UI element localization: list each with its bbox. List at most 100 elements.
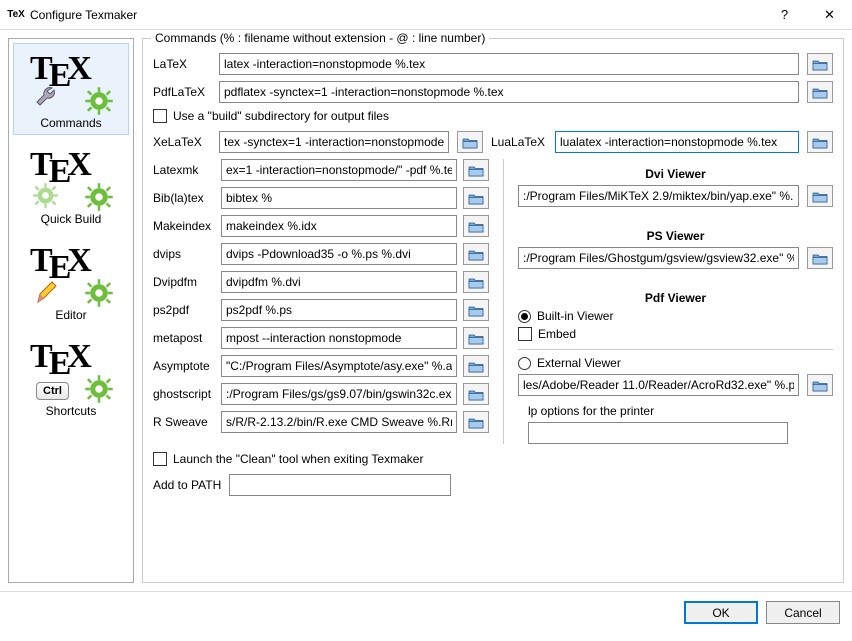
- folder-icon: [468, 164, 484, 177]
- browse-button[interactable]: [463, 411, 489, 433]
- sidebar-label: Quick Build: [41, 212, 102, 226]
- lp-options-input[interactable]: [528, 422, 788, 444]
- launch-clean-checkbox[interactable]: [153, 452, 167, 466]
- commands-group: Commands (% : filename without extension…: [142, 38, 844, 583]
- cmd-input-5[interactable]: [221, 299, 457, 321]
- cmd-label: Makeindex: [153, 219, 215, 233]
- folder-icon: [812, 190, 828, 203]
- external-viewer-label: External Viewer: [537, 356, 621, 370]
- folder-icon: [468, 388, 484, 401]
- separator: [518, 349, 833, 350]
- use-build-checkbox[interactable]: [153, 109, 167, 123]
- sidebar-label: Shortcuts: [46, 404, 97, 418]
- folder-icon: [468, 192, 484, 205]
- pencil-icon: [34, 278, 60, 308]
- cmd-label: Asymptote: [153, 359, 215, 373]
- ctrl-key-icon: Ctrl: [36, 382, 69, 400]
- sidebar: TEX Commands TEX Quick Build TEX Editor: [8, 38, 134, 583]
- folder-icon: [812, 252, 828, 265]
- folder-icon: [812, 379, 828, 392]
- browse-button[interactable]: [463, 187, 489, 209]
- browse-button[interactable]: [463, 327, 489, 349]
- cmd-label: ghostscript: [153, 387, 215, 401]
- latex-label: LaTeX: [153, 57, 211, 71]
- browse-button[interactable]: [807, 131, 833, 153]
- cmd-input-9[interactable]: [221, 411, 457, 433]
- gear-icon: [84, 86, 114, 116]
- browse-button[interactable]: [463, 243, 489, 265]
- launch-clean-label: Launch the "Clean" tool when exiting Tex…: [173, 452, 423, 466]
- help-button[interactable]: ?: [762, 0, 807, 30]
- sidebar-item-commands[interactable]: TEX Commands: [13, 43, 129, 135]
- ps-viewer-input[interactable]: [518, 247, 799, 269]
- lualatex-input[interactable]: [555, 131, 799, 153]
- cmd-input-4[interactable]: [221, 271, 457, 293]
- folder-icon: [468, 416, 484, 429]
- folder-icon: [468, 248, 484, 261]
- external-viewer-input[interactable]: [518, 374, 799, 396]
- folder-icon: [812, 58, 828, 71]
- wrench-icon: [34, 84, 64, 114]
- sidebar-label: Commands: [40, 116, 101, 130]
- cmd-label: Bib(la)tex: [153, 191, 215, 205]
- cmd-input-6[interactable]: [221, 327, 457, 349]
- cmd-input-0[interactable]: [221, 159, 457, 181]
- sidebar-item-shortcuts[interactable]: TEX Ctrl Shortcuts: [13, 331, 129, 423]
- browse-button[interactable]: [463, 159, 489, 181]
- folder-icon: [462, 136, 478, 149]
- gear-icon: [84, 182, 114, 212]
- folder-icon: [812, 136, 828, 149]
- browse-button[interactable]: [463, 355, 489, 377]
- lp-options-label: lp options for the printer: [528, 404, 833, 418]
- browse-button[interactable]: [457, 131, 483, 153]
- browse-button[interactable]: [463, 299, 489, 321]
- cmd-label: metapost: [153, 331, 215, 345]
- dvi-viewer-input[interactable]: [518, 185, 799, 207]
- folder-icon: [468, 332, 484, 345]
- lualatex-label: LuaLaTeX: [491, 135, 547, 149]
- latex-input[interactable]: [219, 53, 799, 75]
- button-bar: OK Cancel: [0, 591, 852, 633]
- gear-icon: [84, 374, 114, 404]
- folder-icon: [812, 86, 828, 99]
- use-build-label: Use a "build" subdirectory for output fi…: [173, 109, 389, 123]
- titlebar: TeX Configure Texmaker ? ✕: [0, 0, 852, 30]
- browse-button[interactable]: [807, 53, 833, 75]
- vertical-separator: [503, 159, 504, 444]
- browse-button[interactable]: [807, 81, 833, 103]
- embed-checkbox[interactable]: [518, 327, 532, 341]
- cmd-label: dvips: [153, 247, 215, 261]
- builtin-viewer-radio[interactable]: [518, 310, 531, 323]
- cmd-input-2[interactable]: [221, 215, 457, 237]
- ok-button[interactable]: OK: [684, 601, 758, 624]
- browse-button[interactable]: [463, 215, 489, 237]
- browse-button[interactable]: [807, 185, 833, 207]
- ps-viewer-title: PS Viewer: [518, 229, 833, 243]
- folder-icon: [468, 276, 484, 289]
- dvi-viewer-title: Dvi Viewer: [518, 167, 833, 181]
- close-button[interactable]: ✕: [807, 0, 852, 30]
- add-to-path-label: Add to PATH: [153, 478, 221, 492]
- external-viewer-radio[interactable]: [518, 357, 531, 370]
- xelatex-label: XeLaTeX: [153, 135, 211, 149]
- sidebar-item-quickbuild[interactable]: TEX Quick Build: [13, 139, 129, 231]
- cmd-input-7[interactable]: [221, 355, 457, 377]
- add-to-path-input[interactable]: [229, 474, 451, 496]
- sidebar-item-editor[interactable]: TEX Editor: [13, 235, 129, 327]
- browse-button[interactable]: [463, 383, 489, 405]
- sidebar-label: Editor: [55, 308, 86, 322]
- cmd-input-1[interactable]: [221, 187, 457, 209]
- app-icon: TeX: [8, 7, 24, 23]
- browse-button[interactable]: [463, 271, 489, 293]
- cancel-button[interactable]: Cancel: [766, 601, 840, 624]
- cmd-label: ps2pdf: [153, 303, 215, 317]
- pdflatex-input[interactable]: [219, 81, 799, 103]
- browse-button[interactable]: [807, 374, 833, 396]
- group-title: Commands (% : filename without extension…: [151, 31, 489, 45]
- browse-button[interactable]: [807, 247, 833, 269]
- xelatex-input[interactable]: [219, 131, 449, 153]
- pdf-viewer-title: Pdf Viewer: [518, 291, 833, 305]
- window-title: Configure Texmaker: [30, 8, 762, 22]
- cmd-input-3[interactable]: [221, 243, 457, 265]
- cmd-input-8[interactable]: [221, 383, 457, 405]
